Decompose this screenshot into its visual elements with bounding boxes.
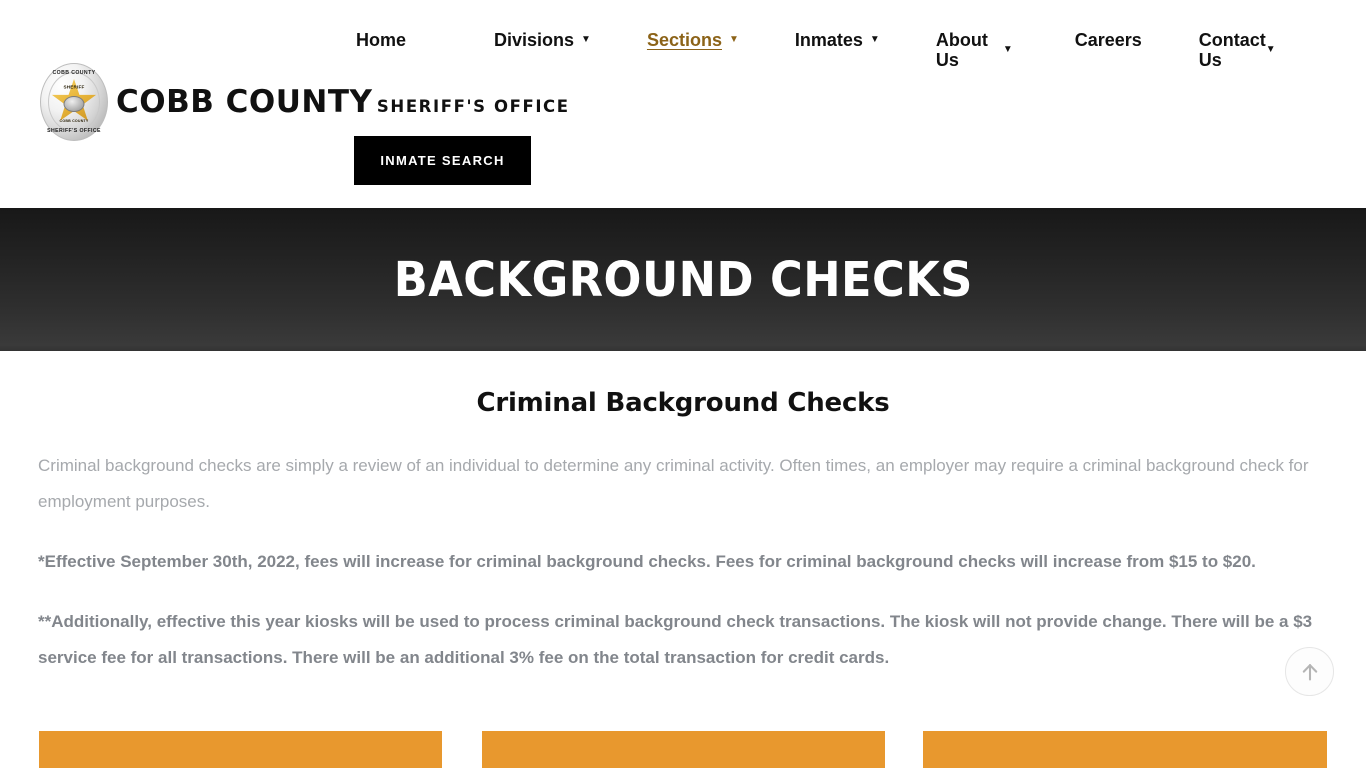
nav-label-divisions: Divisions — [494, 30, 575, 50]
chevron-down-icon: ▼ — [728, 34, 739, 45]
sheriff-badge-icon: COBB COUNTY SHERIFF COBB COUNTY SHERIFF'… — [40, 63, 108, 141]
fee-increase-notice: *Effective September 30th, 2022, fees wi… — [38, 552, 1256, 571]
info-card[interactable] — [39, 731, 442, 768]
badge-star-label: SHERIFF — [63, 84, 85, 90]
logo-wordmark: COBB COUNTY SHERIFF'S OFFICE — [116, 83, 570, 120]
chevron-down-icon: ▼ — [581, 34, 591, 45]
badge-star-center — [63, 96, 85, 113]
kiosk-notice: **Additionally, effective this year kios… — [38, 612, 1313, 667]
badge-top-text: COBB COUNTY — [52, 70, 96, 76]
nav-label-about-us: About Us — [935, 30, 988, 70]
card-row — [0, 731, 1366, 768]
arrow-up-icon — [1302, 663, 1317, 681]
site-header: COBB COUNTY SHERIFF COBB COUNTY SHERIFF'… — [0, 0, 1366, 208]
chevron-down-icon: ▼ — [1002, 44, 1013, 55]
nav-item-sections[interactable]: Sections ▼ — [647, 30, 739, 50]
page-title: BACKGROUND CHECKS — [393, 251, 973, 308]
nav-item-inmates[interactable]: Inmates ▼ — [795, 30, 880, 50]
logo-line-two: SHERIFF'S OFFICE — [376, 96, 570, 116]
scroll-to-top-button[interactable] — [1285, 647, 1334, 696]
nav-item-contact-us[interactable]: Contact Us ▼ — [1199, 30, 1276, 70]
site-logo[interactable]: COBB COUNTY SHERIFF COBB COUNTY SHERIFF'… — [40, 62, 570, 142]
nav-item-careers[interactable]: Careers — [1075, 30, 1142, 50]
nav-label-home: Home — [356, 30, 407, 50]
info-card[interactable] — [923, 731, 1327, 768]
badge-star-sub: COBB COUNTY — [59, 118, 89, 123]
section-heading: Criminal Background Checks — [476, 388, 890, 418]
chevron-down-icon: ▼ — [1265, 44, 1276, 55]
inmate-search-button[interactable]: INMATE SEARCH — [354, 136, 531, 185]
nav-item-divisions[interactable]: Divisions ▼ — [494, 30, 591, 50]
primary-navigation: Home Divisions ▼ Sections ▼ Inmates ▼ Ab… — [356, 30, 1276, 74]
chevron-down-icon: ▼ — [869, 34, 880, 45]
nav-label-careers: Careers — [1074, 30, 1142, 50]
nav-label-sections: Sections — [646, 30, 722, 50]
main-content: Criminal Background Checks Criminal back… — [0, 388, 1366, 676]
nav-label-contact-us: Contact Us — [1198, 30, 1266, 70]
intro-paragraph: Criminal background checks are simply a … — [38, 456, 1309, 511]
page-hero-banner: BACKGROUND CHECKS — [0, 208, 1366, 351]
logo-line-one: COBB COUNTY — [116, 83, 373, 120]
nav-label-inmates: Inmates — [794, 30, 863, 50]
nav-item-about-us[interactable]: About Us ▼ — [936, 30, 1013, 70]
badge-bottom-text: SHERIFF'S OFFICE — [47, 128, 101, 134]
info-card[interactable] — [482, 731, 885, 768]
nav-item-home[interactable]: Home — [356, 30, 406, 50]
